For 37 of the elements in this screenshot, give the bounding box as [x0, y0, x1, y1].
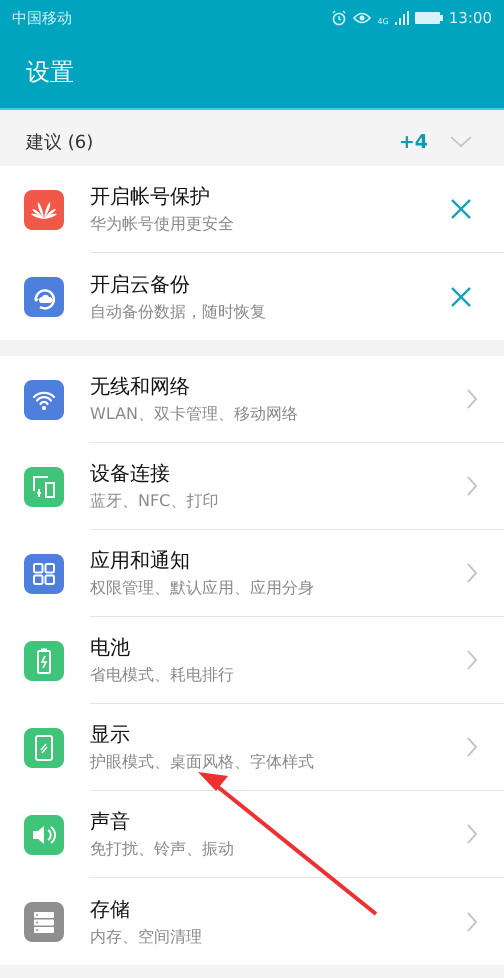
- section-header: 建议 (6): [26, 131, 94, 154]
- item-title[interactable]: 应用和通知: [90, 547, 466, 574]
- item-title[interactable]: 电池: [90, 634, 466, 661]
- clock-time: 13:00: [448, 9, 492, 27]
- item-title[interactable]: 存储: [90, 896, 466, 922]
- item-subtitle: 蓝牙、NFC、打印: [90, 491, 220, 512]
- item-subtitle: 护眼模式、桌面风格、字体样式: [90, 752, 315, 773]
- item-subtitle: WLAN、双卡管理、移动网络: [90, 404, 300, 425]
- item-title[interactable]: 开启帐号保护: [90, 183, 450, 210]
- eye-icon: [353, 11, 372, 25]
- chevron-icon: [466, 910, 478, 932]
- item-subtitle: 自动备份数据，随时恢复: [90, 302, 267, 322]
- page-title: 设置: [26, 57, 74, 88]
- item-title[interactable]: 开启云备份: [90, 270, 450, 298]
- battery-icon: [414, 11, 443, 25]
- chevron-icon: [466, 649, 478, 671]
- item-title[interactable]: 无线和网络: [90, 373, 466, 400]
- chevron-icon: [466, 823, 478, 845]
- alarm-icon: [331, 10, 348, 26]
- item-subtitle: 华为帐号使用更安全: [90, 214, 235, 235]
- item-subtitle: 权限管理、默认应用、应用分身: [90, 578, 315, 599]
- chevron-icon: [466, 475, 478, 497]
- chevron-icon: [466, 388, 478, 410]
- network-type: 4G: [377, 17, 389, 26]
- close-icon[interactable]: [450, 286, 472, 308]
- chevron-icon: [466, 562, 478, 584]
- expand-icon[interactable]: [450, 136, 472, 148]
- item-subtitle: 免打扰、铃声、振动: [90, 839, 235, 860]
- carrier-name: 中国移动: [12, 8, 72, 28]
- chevron-icon: [466, 736, 478, 758]
- signal-icon: [394, 11, 409, 25]
- item-subtitle: 省电模式、耗电排行: [90, 665, 235, 686]
- item-title[interactable]: 设备连接: [90, 460, 466, 487]
- item-subtitle: 内存、空间清理: [90, 926, 203, 948]
- close-icon[interactable]: [450, 198, 472, 220]
- item-title[interactable]: 声音: [90, 808, 466, 835]
- item-title[interactable]: 显示: [90, 721, 466, 748]
